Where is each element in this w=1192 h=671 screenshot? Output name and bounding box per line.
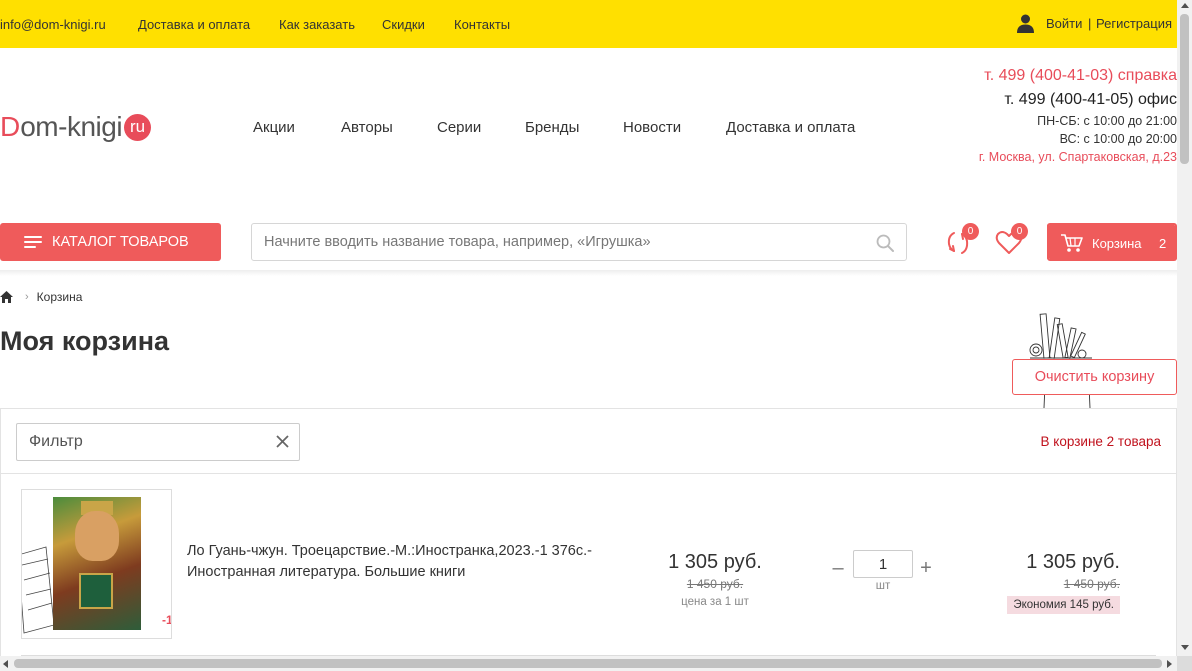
- discount-badge: -10%: [162, 613, 172, 627]
- unit-price-note: цена за 1 шт: [681, 596, 749, 608]
- catalog-button[interactable]: КАТАЛОГ ТОВАРОВ: [0, 223, 221, 261]
- phone-office[interactable]: т. 499 (400-41-05) офис: [1004, 91, 1177, 109]
- page-title: Моя корзина: [0, 326, 170, 356]
- breadcrumb-current: Корзина: [36, 290, 83, 304]
- topbar-link-discounts[interactable]: Скидки: [382, 17, 425, 32]
- cart-panel: В корзине 2 товара -10% Ло Гуань-чжун. Т…: [0, 408, 1177, 671]
- phone-help[interactable]: т. 499 (400-41-03) справка: [984, 67, 1177, 85]
- catalog-button-label: КАТАЛОГ ТОВАРОВ: [52, 234, 189, 250]
- scroll-up-icon[interactable]: [1181, 3, 1189, 8]
- close-icon[interactable]: [276, 435, 289, 448]
- store-address[interactable]: г. Москва, ул. Спартаковская, д.23: [979, 150, 1177, 164]
- favorites-count-badge: 0: [1011, 223, 1028, 240]
- scrollbar-corner: [1177, 656, 1192, 671]
- breadcrumb-chevron-icon: ›: [25, 291, 29, 303]
- vertical-scrollbar[interactable]: [1177, 0, 1192, 656]
- product-title[interactable]: Ло Гуань-чжун. Троецарствие.-М.:Иностран…: [187, 541, 627, 583]
- filter-box: [16, 423, 300, 461]
- cart-button-count: 2: [1159, 236, 1167, 251]
- hours-sunday: ВС: с 10:00 до 20:00: [1059, 132, 1177, 146]
- topbar-link-contacts[interactable]: Контакты: [454, 17, 510, 32]
- horizontal-scroll-thumb[interactable]: [14, 659, 1162, 668]
- quantity-input[interactable]: [853, 550, 913, 578]
- menu-icon: [24, 236, 42, 248]
- top-bar: info@dom-knigi.ru Доставка и оплата Как …: [0, 0, 1177, 48]
- site-logo[interactable]: Dom-knigi ru: [0, 110, 152, 144]
- filter-row: В корзине 2 товара: [1, 409, 1176, 474]
- nav-item-authors[interactable]: Авторы: [341, 119, 393, 136]
- logo-first-letter: D: [0, 111, 21, 142]
- email-link[interactable]: info@dom-knigi.ru: [0, 17, 106, 32]
- compare-button[interactable]: 0: [946, 223, 979, 257]
- compare-count-badge: 0: [962, 223, 979, 240]
- nav-item-series[interactable]: Серии: [437, 119, 481, 136]
- header-divider: [0, 270, 1177, 276]
- cart-icon: [1061, 234, 1083, 252]
- quantity-unit: шт: [875, 580, 891, 592]
- line-total: 1 305 руб.: [1026, 551, 1120, 573]
- topbar-link-delivery[interactable]: Доставка и оплата: [138, 17, 250, 32]
- unit-price: 1 305 руб.: [668, 551, 762, 573]
- login-separator: |: [1088, 16, 1092, 31]
- saving-badge: Экономия 145 руб.: [1007, 596, 1120, 614]
- book-cover-image: [53, 497, 141, 630]
- nav-item-news[interactable]: Новости: [623, 119, 681, 136]
- search-icon[interactable]: [876, 234, 894, 252]
- user-icon[interactable]: [1017, 14, 1034, 33]
- nav-item-promotions[interactable]: Акции: [253, 119, 295, 136]
- favorites-button[interactable]: 0: [995, 223, 1028, 257]
- cart-button-label: Корзина: [1092, 236, 1142, 251]
- scroll-down-icon[interactable]: [1181, 645, 1189, 650]
- home-icon[interactable]: [0, 291, 13, 303]
- search-box: [251, 223, 907, 261]
- cart-item-row: -10% Ло Гуань-чжун. Троецарствие.-М.:Ино…: [1, 474, 1176, 656]
- breadcrumb: › Корзина: [0, 289, 82, 305]
- register-link[interactable]: Регистрация: [1096, 16, 1172, 31]
- cart-items-count: В корзине 2 товара: [1040, 434, 1161, 449]
- quantity-decrease-button[interactable]: –: [829, 558, 847, 578]
- logo-text: om-knigi: [20, 111, 123, 142]
- vertical-scroll-thumb[interactable]: [1180, 14, 1189, 164]
- scroll-left-icon[interactable]: [3, 660, 8, 668]
- filter-input[interactable]: [17, 424, 257, 460]
- search-input[interactable]: [252, 224, 852, 260]
- nav-item-delivery[interactable]: Доставка и оплата: [726, 119, 855, 136]
- logo-ru-badge: ru: [124, 113, 152, 141]
- product-thumbnail[interactable]: -10%: [21, 489, 172, 639]
- hours-weekdays: ПН-СБ: с 10:00 до 21:00: [1037, 114, 1177, 128]
- line-total-old: 1 450 руб.: [1063, 577, 1120, 591]
- topbar-link-how-to-order[interactable]: Как заказать: [279, 17, 355, 32]
- clear-cart-button[interactable]: Очистить корзину: [1012, 359, 1177, 395]
- nav-item-brands[interactable]: Бренды: [525, 119, 579, 136]
- login-link[interactable]: Войти: [1046, 16, 1082, 31]
- quantity-increase-button[interactable]: +: [917, 558, 935, 578]
- sketch-decoration: [22, 546, 55, 634]
- scroll-right-icon[interactable]: [1167, 660, 1172, 668]
- unit-old-price: 1 450 руб.: [686, 577, 744, 591]
- horizontal-scrollbar[interactable]: [0, 656, 1177, 671]
- cart-button[interactable]: Корзина 2: [1047, 223, 1177, 261]
